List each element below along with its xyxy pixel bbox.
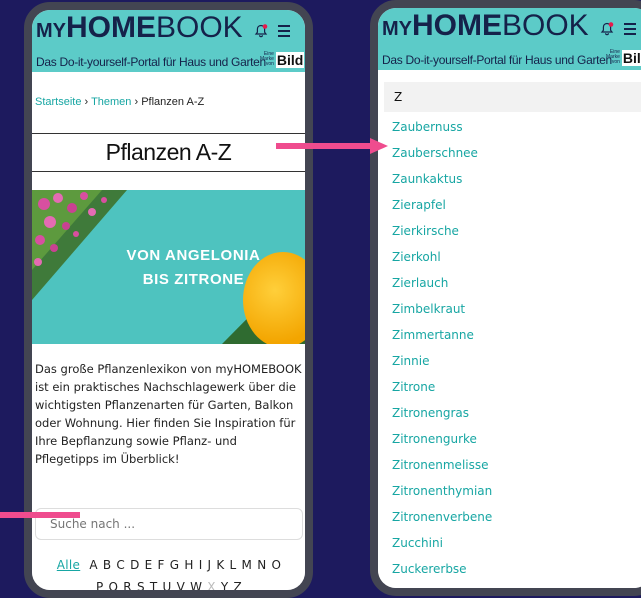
plant-link[interactable]: Zauberschnee [392, 140, 492, 166]
plant-link[interactable]: Zuckererbse [392, 556, 492, 582]
pointer-arrow-search [0, 512, 80, 518]
page-title-box: Pflanzen A-Z [32, 133, 305, 172]
site-tagline: Das Do-it-yourself-Portal für Haus und G… [36, 55, 266, 69]
alphabet-letter-p[interactable]: P [96, 576, 104, 590]
alphabet-letter-s[interactable]: S [137, 576, 145, 590]
plant-link[interactable]: Zierlauch [392, 270, 492, 296]
intro-paragraph: Das große Pflanzenlexikon von myHOMEBOOK… [35, 362, 302, 466]
badge-text-3: von [611, 59, 620, 65]
alphabet-letter-h[interactable]: H [184, 554, 193, 576]
bild-brand-badge: EineMarkevonBild [606, 50, 641, 68]
alphabet-letter-u[interactable]: U [163, 576, 172, 590]
letter-section-heading: Z [384, 82, 641, 112]
site-tagline: Das Do-it-yourself-Portal für Haus und G… [382, 53, 612, 67]
plant-link[interactable]: Zierkohl [392, 244, 492, 270]
bell-icon[interactable] [254, 24, 268, 38]
logo-my: MY [36, 20, 66, 42]
alphabet-row-2: PQRSTUVWXYZ [35, 576, 303, 594]
plant-link[interactable]: Zierkirsche [392, 218, 492, 244]
plant-link[interactable]: Zimmertanne [392, 322, 492, 348]
hero-line-1: VON ANGELONIA [126, 247, 261, 264]
logo-my: MY [382, 18, 412, 40]
plant-link[interactable]: Zierapfel [392, 192, 492, 218]
logo-book: BOOK [502, 9, 589, 42]
alphabet-letter-b[interactable]: B [103, 554, 112, 576]
pointer-arrow-right [276, 138, 388, 154]
alphabet-letter-z[interactable]: Z [233, 576, 242, 590]
site-logo[interactable]: MYHOMEBOOK [36, 13, 243, 48]
page-title: Pflanzen A-Z [105, 139, 232, 165]
breadcrumb-home[interactable]: Startseite [35, 96, 81, 108]
plant-list: Zaubernuss Zauberschnee Zaunkaktus Zierapfe… [392, 114, 492, 588]
alphabet-letter-f[interactable]: F [158, 554, 165, 576]
alphabet-letter-m[interactable]: M [242, 554, 253, 576]
alphabet-letter-d[interactable]: D [130, 554, 140, 576]
bild-brand-badge: EineMarkevonBild [260, 52, 305, 70]
alphabet-letter-x: X [207, 580, 216, 594]
phone-frame-left: MYHOMEBOOK Das Do-it-yourself-Portal für… [24, 2, 313, 598]
bild-logo: Bild [275, 52, 305, 68]
alphabet-letter-j[interactable]: J [208, 554, 212, 576]
plant-link[interactable]: Zitronengurke [392, 426, 492, 452]
hero-line-2: BIS ZITRONE [142, 271, 245, 288]
breadcrumb-current: Pflanzen A-Z [141, 96, 205, 108]
hero-text: VON ANGELONIA BIS ZITRONE [82, 244, 305, 292]
page-content-right: Z Zaubernuss Zauberschnee Zaunkaktus Zierap… [378, 70, 641, 588]
plant-link[interactable]: Zitronenverbene [392, 504, 492, 530]
alphabet-letter-i[interactable]: I [199, 554, 203, 576]
breadcrumb: Startseite › Themen › Pflanzen A-Z [35, 96, 204, 108]
alphabet-letter-t[interactable]: T [150, 576, 158, 590]
plant-link[interactable]: Zitronenthymian [392, 478, 492, 504]
logo-home: HOME [412, 9, 502, 42]
plant-link[interactable]: Zimbelkraut [392, 296, 492, 322]
plant-link[interactable]: Zitrone [392, 374, 492, 400]
plant-link[interactable]: Zaunkaktus [392, 166, 492, 192]
phone-frame-right: MYHOMEBOOK Das Do-it-yourself-Portal für… [370, 0, 641, 596]
plant-link[interactable]: Zinnie [392, 348, 492, 374]
logo-book: BOOK [156, 11, 243, 44]
hamburger-menu-icon[interactable] [278, 25, 290, 37]
alphabet-letter-k[interactable]: K [216, 554, 224, 576]
alphabet-letter-g[interactable]: G [170, 554, 180, 576]
alphabet-letter-a[interactable]: A [89, 554, 98, 576]
breadcrumb-topics[interactable]: Themen [91, 96, 131, 108]
alphabet-row-1: Alle ABCDEFGHIJKLMNO [35, 554, 303, 576]
alphabet-letter-e[interactable]: E [145, 554, 153, 576]
bell-icon[interactable] [600, 22, 614, 36]
alphabet-letter-c[interactable]: C [116, 554, 125, 576]
breadcrumb-separator: › [134, 96, 139, 108]
site-logo[interactable]: MYHOMEBOOK [382, 11, 589, 46]
alphabet-all-link[interactable]: Alle [57, 554, 80, 576]
alphabet-letter-r[interactable]: R [123, 576, 132, 590]
alphabet-letter-n[interactable]: N [257, 554, 266, 576]
plant-link[interactable]: Zucchini [392, 530, 492, 556]
alphabet-letter-w[interactable]: W [190, 576, 202, 590]
plant-link[interactable]: Zitronengras [392, 400, 492, 426]
alphabet-letter-v[interactable]: V [177, 576, 186, 590]
hamburger-menu-icon[interactable] [624, 23, 636, 35]
bild-logo: Bild [621, 50, 641, 66]
alphabet-nav: Alle ABCDEFGHIJKLMNO PQRSTUVWXYZ [35, 554, 303, 594]
site-header: MYHOMEBOOK Das Do-it-yourself-Portal für… [32, 10, 305, 72]
alphabet-letter-l[interactable]: L [230, 554, 237, 576]
site-header: MYHOMEBOOK Das Do-it-yourself-Portal für… [378, 8, 641, 70]
alphabet-letter-q[interactable]: Q [109, 576, 119, 590]
logo-home: HOME [66, 11, 156, 44]
alphabet-letter-o[interactable]: O [271, 554, 281, 576]
breadcrumb-separator: › [84, 96, 89, 108]
badge-text-3: von [265, 61, 274, 67]
plant-link[interactable]: Zaubernuss [392, 114, 492, 140]
hero-image: VON ANGELONIA BIS ZITRONE [32, 190, 305, 344]
plant-link[interactable]: Zitronenmelisse [392, 452, 492, 478]
plant-link[interactable]: Zuckerhut [392, 582, 492, 588]
alphabet-letter-y[interactable]: Y [221, 576, 229, 590]
